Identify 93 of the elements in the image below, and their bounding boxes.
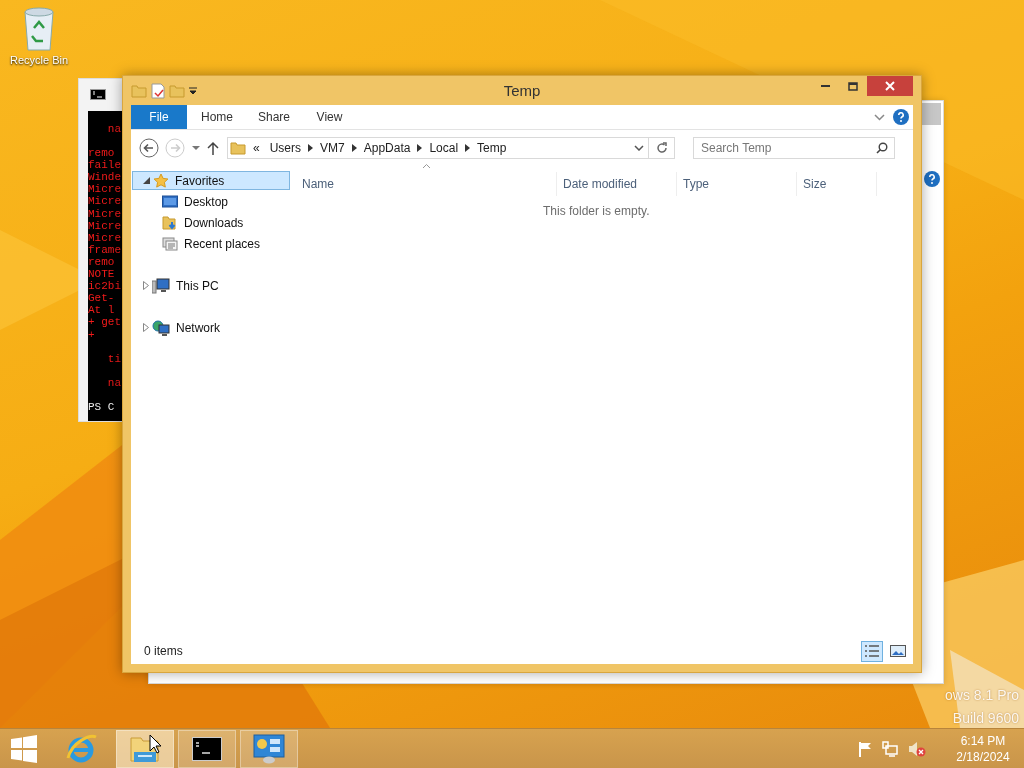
console-line: NOTE (88, 268, 115, 281)
recent-locations-button[interactable] (191, 145, 201, 151)
nav-item[interactable]: Recent places (132, 234, 290, 253)
expand-arrow-icon[interactable] (143, 281, 149, 290)
breadcrumb-separator-icon[interactable] (351, 144, 357, 152)
browser-icon (66, 733, 98, 764)
console-line: Micre (88, 219, 121, 232)
recycle-bin-icon[interactable] (21, 6, 57, 52)
empty-folder-message: This folder is empty. (543, 204, 650, 218)
console-line: Micre (88, 231, 121, 244)
chevron-down-icon[interactable] (874, 113, 885, 121)
search-icon[interactable] (876, 142, 888, 154)
details-list-icon (864, 644, 880, 658)
breadcrumb-item[interactable]: Temp (474, 141, 510, 155)
console-line: na (106, 123, 121, 136)
console-line: faile (88, 159, 121, 172)
nav-item[interactable]: Downloads (132, 213, 290, 232)
search-field[interactable]: Search Temp (693, 137, 895, 159)
breadcrumb-item[interactable]: Users (266, 141, 305, 155)
caret-icon (191, 145, 201, 151)
console-line: remo (88, 147, 115, 160)
column-header[interactable]: Type (677, 172, 797, 196)
star-icon (153, 172, 169, 189)
refresh-button[interactable] (649, 137, 675, 159)
close-icon (885, 81, 895, 91)
dropdown-arrow-icon[interactable] (189, 86, 197, 95)
console-line: Micre (88, 195, 121, 208)
console-line: ic2bi (88, 280, 121, 293)
flag-icon[interactable] (858, 740, 872, 757)
folder-icon (131, 82, 147, 99)
new-folder-icon (169, 82, 185, 99)
nav-item[interactable]: Network (132, 318, 290, 337)
properties-icon[interactable] (151, 82, 165, 99)
refresh-icon (655, 142, 668, 154)
column-header[interactable]: Date modified (557, 172, 677, 196)
console-line: Get- (88, 292, 115, 305)
console-line: Winde (88, 171, 121, 184)
breadcrumb-item[interactable]: VM7 (317, 141, 348, 155)
image-icon (890, 645, 906, 657)
close-button[interactable] (867, 76, 913, 96)
ribbon-tab[interactable]: Home (187, 105, 244, 129)
breadcrumb-item[interactable]: Local (426, 141, 462, 155)
breadcrumb-separator-icon[interactable] (308, 144, 314, 152)
minimize-icon (820, 85, 830, 87)
network-icon (152, 319, 170, 336)
console-line: remo (88, 255, 115, 269)
back-button[interactable] (139, 138, 159, 158)
item-count: 0 items (144, 644, 183, 658)
nav-item[interactable]: Favorites (132, 171, 290, 190)
expand-arrow-icon[interactable] (143, 323, 149, 332)
computer-icon (152, 277, 170, 294)
console-line: na (106, 376, 121, 389)
console-line: PS C (88, 400, 115, 413)
breadcrumb-item[interactable]: AppData (360, 141, 414, 155)
command-prompt-icon (90, 89, 106, 100)
windows-logo-icon (10, 734, 38, 763)
up-arrow-icon (207, 141, 219, 155)
console-line: + get (88, 316, 121, 329)
nav-item[interactable]: Desktop (132, 192, 290, 211)
console-line: frame (88, 243, 121, 256)
download-folder-icon (162, 214, 178, 231)
collapse-arrow-icon[interactable] (143, 177, 150, 184)
chevron-down-icon[interactable] (634, 145, 644, 151)
folder-icon (230, 140, 246, 156)
console-line: At l (88, 304, 115, 317)
ribbon-tab[interactable]: Share (244, 105, 301, 129)
details-view-button[interactable] (861, 640, 883, 662)
console-line: + (88, 328, 95, 341)
column-header[interactable]: Size (797, 172, 877, 196)
taskbar-button[interactable] (178, 729, 236, 768)
help-icon[interactable] (924, 171, 940, 187)
console-line: ti (106, 352, 121, 365)
nav-item[interactable]: This PC (132, 276, 290, 295)
ribbon-tab[interactable]: View (301, 105, 358, 129)
window-title: Temp (503, 82, 541, 99)
help-icon[interactable] (893, 109, 909, 125)
ribbon-tab[interactable]: File (131, 105, 187, 129)
console-line: Micre (88, 183, 121, 196)
breadcrumb-separator-icon[interactable] (465, 144, 471, 152)
breadcrumb-overflow[interactable]: « (250, 141, 263, 155)
console-line: Micre (88, 207, 121, 220)
muted-speaker-icon[interactable] (908, 740, 926, 757)
monitor-icon (162, 194, 178, 209)
mouse-cursor-icon (149, 734, 162, 754)
maximize-icon (848, 81, 858, 91)
sort-caret-icon (423, 164, 430, 168)
up-button[interactable] (207, 141, 219, 155)
control-panel-icon (253, 733, 285, 764)
breadcrumb-separator-icon[interactable] (417, 144, 423, 152)
command-prompt-icon (192, 736, 222, 761)
column-header[interactable]: Name (296, 172, 557, 196)
recent-places-icon (162, 235, 178, 252)
address-bar[interactable]: « Users VM7 AppData Local Temp (227, 137, 649, 159)
